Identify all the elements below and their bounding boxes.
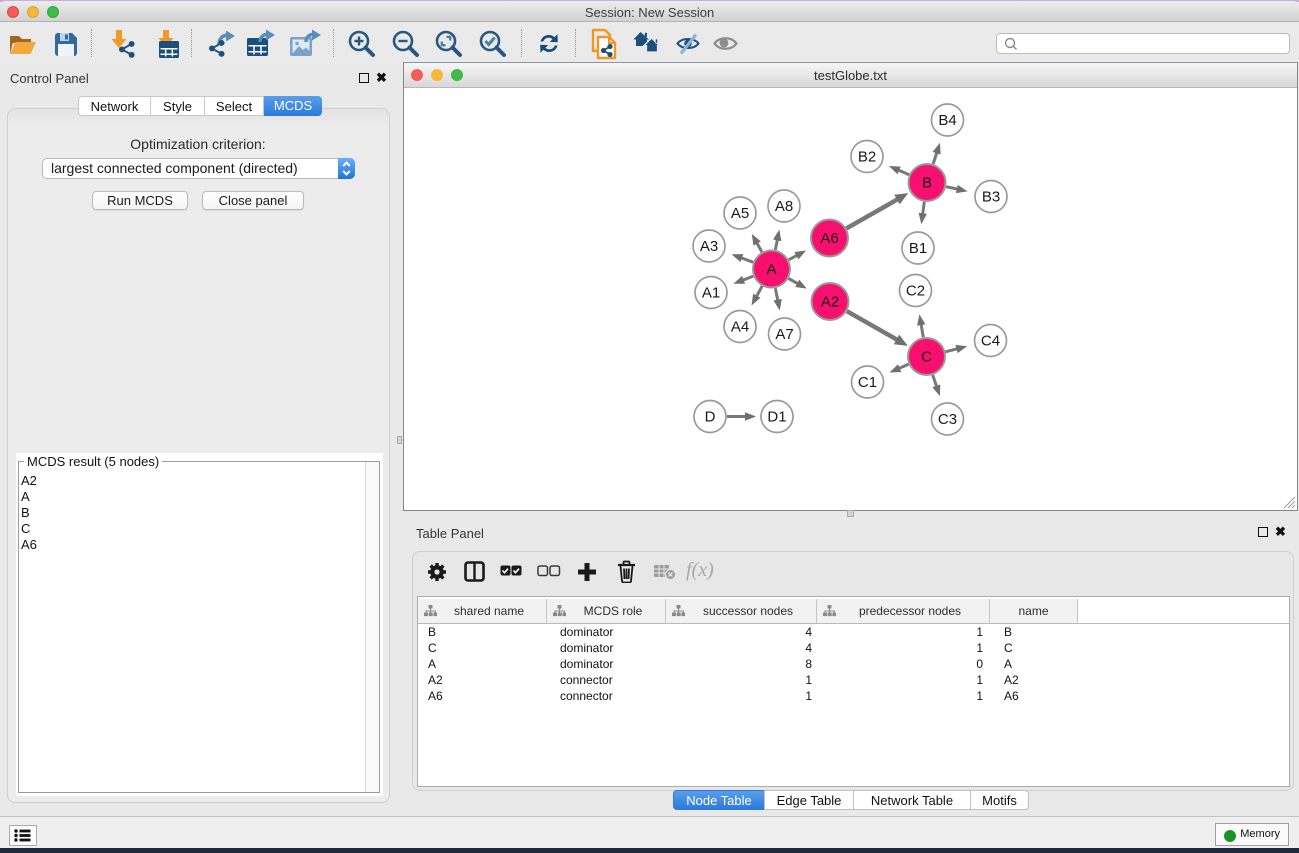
svg-text:B4: B4	[938, 112, 956, 129]
svg-text:C3: C3	[938, 411, 957, 428]
svg-text:A2: A2	[821, 294, 839, 311]
svg-text:C2: C2	[906, 283, 925, 300]
svg-text:A3: A3	[700, 238, 718, 255]
svg-text:A4: A4	[731, 319, 749, 336]
svg-text:C1: C1	[858, 374, 877, 391]
svg-text:A8: A8	[775, 198, 793, 215]
svg-text:A1: A1	[702, 285, 720, 302]
svg-text:C4: C4	[981, 333, 1000, 350]
svg-text:B1: B1	[909, 240, 927, 257]
svg-text:B2: B2	[858, 149, 876, 166]
svg-text:B3: B3	[982, 189, 1000, 206]
svg-text:D: D	[705, 409, 716, 426]
svg-text:A6: A6	[820, 230, 838, 247]
svg-text:C: C	[921, 349, 932, 366]
svg-text:A5: A5	[731, 205, 749, 222]
svg-text:A: A	[766, 261, 776, 278]
svg-text:B: B	[922, 175, 932, 192]
svg-text:A7: A7	[775, 326, 793, 343]
svg-text:D1: D1	[767, 409, 786, 426]
